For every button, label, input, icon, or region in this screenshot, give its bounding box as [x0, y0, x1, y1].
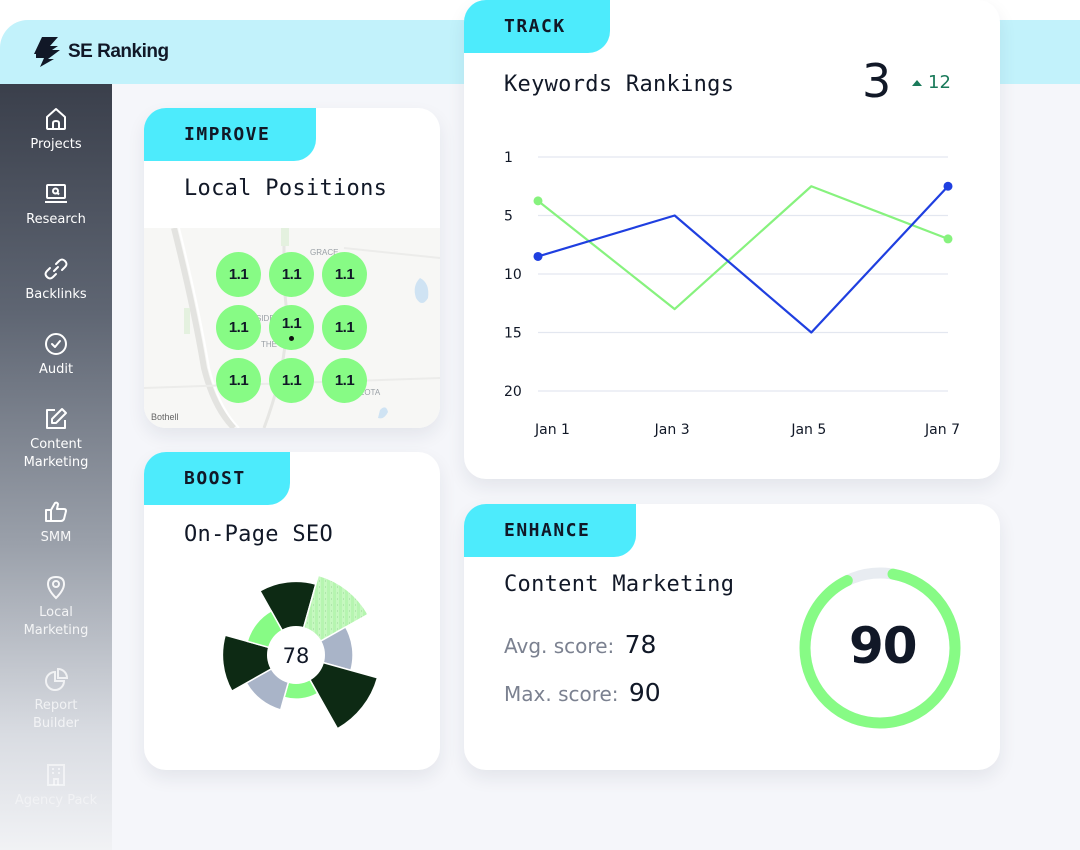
y-tick-label: 15	[504, 326, 522, 342]
sidebar: Projects Research Backlinks Audit Conten…	[0, 84, 112, 850]
y-tick-label: 10	[504, 267, 522, 283]
x-tick-label: Jan 3	[654, 422, 690, 438]
pie-chart-icon	[45, 667, 69, 691]
pin-value: 1.1	[228, 319, 249, 336]
home-icon	[46, 108, 66, 130]
avg-score-row: Avg. score: 78	[504, 630, 656, 659]
y-tick-label: 1	[504, 150, 513, 166]
series-line-0	[537, 185, 949, 311]
position-pin[interactable]: 1.1	[216, 358, 261, 403]
pin-value: 1.1	[334, 319, 355, 336]
ring-score-value: 90	[849, 617, 918, 675]
sidebar-item-audit[interactable]: Audit	[0, 331, 112, 379]
map-pin-icon	[46, 575, 66, 600]
sidebar-item-agency-pack[interactable]: Agency Pack	[0, 762, 112, 810]
pin-value: 1.1	[281, 315, 302, 332]
data-point[interactable]	[533, 251, 543, 261]
local-positions-card[interactable]: IMPROVE Local Positions GRACE SIDE THE M…	[144, 108, 440, 428]
position-pin[interactable]: 1.1	[322, 358, 367, 403]
avg-score-value: 78	[624, 630, 657, 659]
pin-value: 1.1	[334, 266, 355, 283]
local-map[interactable]: GRACE SIDE THE MEA Bothell EOTA 1.1 1.1 …	[144, 228, 440, 428]
y-tick-label: 5	[504, 209, 513, 225]
y-tick-label: 20	[504, 384, 522, 400]
map-label: Bothell	[151, 412, 179, 422]
brand-logo[interactable]: SE Ranking	[32, 36, 169, 68]
edit-icon	[46, 408, 67, 429]
sidebar-item-label: Projects	[30, 137, 82, 152]
pin-value: 1.1	[281, 372, 302, 389]
x-tick-label: Jan 7	[924, 422, 960, 438]
polar-center-value: 78	[283, 644, 310, 668]
sidebar-item-label: Agency Pack	[14, 793, 98, 808]
sidebar-item-label: SMM	[40, 530, 72, 545]
seo-polar-chart: 78	[221, 574, 379, 730]
card-tag: ENHANCE	[464, 504, 636, 557]
series-line-1	[537, 185, 949, 334]
sidebar-item-smm[interactable]: SMM	[0, 499, 112, 547]
location-dot	[289, 336, 294, 341]
building-icon	[47, 764, 65, 786]
rankings-line-chart: 15101520Jan 1 Jan 3 Jan 5 Jan 7	[504, 150, 960, 438]
content-marketing-card[interactable]: ENHANCE Content Marketing Avg. score: 78…	[464, 504, 1000, 770]
position-pin-center[interactable]: 1.1	[269, 305, 314, 350]
laptop-search-icon	[45, 184, 67, 203]
pin-value: 1.1	[281, 266, 302, 283]
se-ranking-bolt-logo-icon	[34, 37, 60, 67]
pin-value: 1.1	[334, 372, 355, 389]
sidebar-item-projects[interactable]: Projects	[0, 106, 112, 154]
sidebar-item-backlinks[interactable]: Backlinks	[0, 256, 112, 304]
brand-name: SE Ranking	[68, 41, 169, 62]
sidebar-item-content-marketing[interactable]: Content Marketing	[0, 406, 112, 472]
position-pin[interactable]: 1.1	[322, 305, 367, 350]
on-page-seo-card[interactable]: BOOST On-Page SEO 78	[144, 452, 440, 770]
sidebar-item-label: Local Marketing	[23, 605, 89, 638]
position-pin[interactable]: 1.1	[216, 252, 261, 297]
card-title: Content Marketing	[504, 572, 735, 597]
max-score-value: 90	[628, 678, 661, 707]
sidebar-item-label: Audit	[38, 362, 74, 377]
card-title: Local Positions	[184, 176, 388, 201]
sidebar-item-label: Report Builder	[33, 698, 79, 731]
keywords-rankings-card[interactable]: TRACK Keywords Rankings 3 12 1 5 10 15 20 Jan…	[464, 0, 1000, 479]
pin-value: 1.1	[228, 372, 249, 389]
x-tick-label: Jan 5	[790, 422, 826, 438]
data-point[interactable]	[943, 234, 953, 244]
data-point[interactable]	[533, 196, 543, 206]
position-pin[interactable]: 1.1	[269, 252, 314, 297]
card-tag: IMPROVE	[144, 108, 316, 161]
sidebar-item-label: Backlinks	[25, 287, 87, 302]
link-icon	[44, 258, 68, 280]
position-pin[interactable]: 1.1	[269, 358, 314, 403]
position-pin[interactable]: 1.1	[216, 305, 261, 350]
x-tick-label: Jan 1	[534, 422, 570, 438]
thumbs-up-icon	[45, 501, 67, 522]
pin-value: 1.1	[228, 266, 249, 283]
sidebar-item-label: Research	[26, 212, 86, 227]
sidebar-item-label: Content Marketing	[23, 437, 89, 470]
check-circle-icon	[45, 333, 67, 355]
avg-score-label: Avg. score:	[504, 634, 615, 658]
sidebar-item-local-marketing[interactable]: Local Marketing	[0, 574, 112, 640]
max-score-row: Max. score: 90	[504, 678, 661, 707]
sidebar-item-report-builder[interactable]: Report Builder	[0, 667, 112, 733]
position-pin[interactable]: 1.1	[322, 252, 367, 297]
max-score-label: Max. score:	[504, 682, 619, 706]
data-point[interactable]	[943, 181, 953, 191]
sidebar-item-research[interactable]: Research	[0, 181, 112, 229]
